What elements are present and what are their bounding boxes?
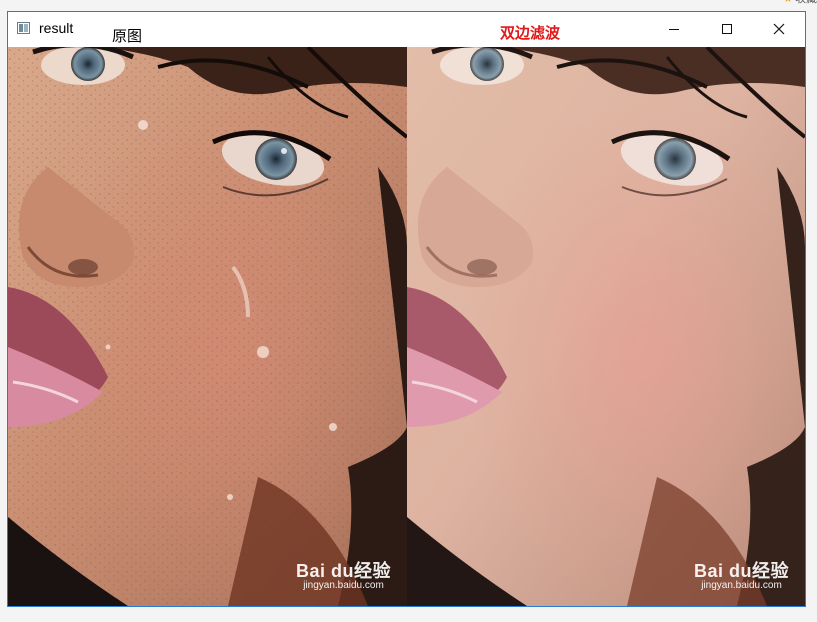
original-label: 原图	[112, 27, 143, 45]
result-window: result 原图 双边滤波 Bai du经验 jingyan.baidu.co…	[7, 11, 806, 607]
close-icon	[773, 23, 785, 35]
maximize-icon	[722, 24, 732, 34]
app-icon	[17, 22, 30, 34]
watermark-brand: Bai du经验	[295, 561, 391, 581]
screen: ★ 收藏 result 原图 双边滤波	[0, 0, 817, 622]
image-area: Bai du经验 jingyan.baidu.com Bai du经验 jing…	[8, 47, 805, 606]
close-button[interactable]	[756, 12, 802, 46]
title-bar[interactable]: result 原图 双边滤波	[8, 12, 805, 47]
watermark-brand: Bai du经验	[693, 561, 789, 581]
watermark-url: jingyan.baidu.com	[701, 580, 782, 591]
watermark-right: Bai du经验 jingyan.baidu.com	[694, 562, 789, 592]
maximize-button[interactable]	[704, 12, 750, 46]
watermark-left: Bai du经验 jingyan.baidu.com	[296, 562, 391, 592]
filtered-face-photo	[407, 47, 805, 606]
original-face-photo	[8, 47, 407, 606]
window-title: result	[39, 20, 74, 36]
bilateral-filter-label: 双边滤波	[500, 24, 561, 42]
bookmark-label: 收藏	[795, 0, 817, 6]
minimize-button[interactable]	[651, 12, 697, 46]
filtered-image: Bai du经验 jingyan.baidu.com	[407, 47, 805, 606]
bookmark-corner[interactable]: ★ 收藏	[783, 0, 817, 6]
minimize-icon	[669, 28, 679, 30]
star-icon: ★	[783, 0, 793, 6]
original-image: Bai du经验 jingyan.baidu.com	[8, 47, 407, 606]
watermark-url: jingyan.baidu.com	[303, 580, 384, 591]
